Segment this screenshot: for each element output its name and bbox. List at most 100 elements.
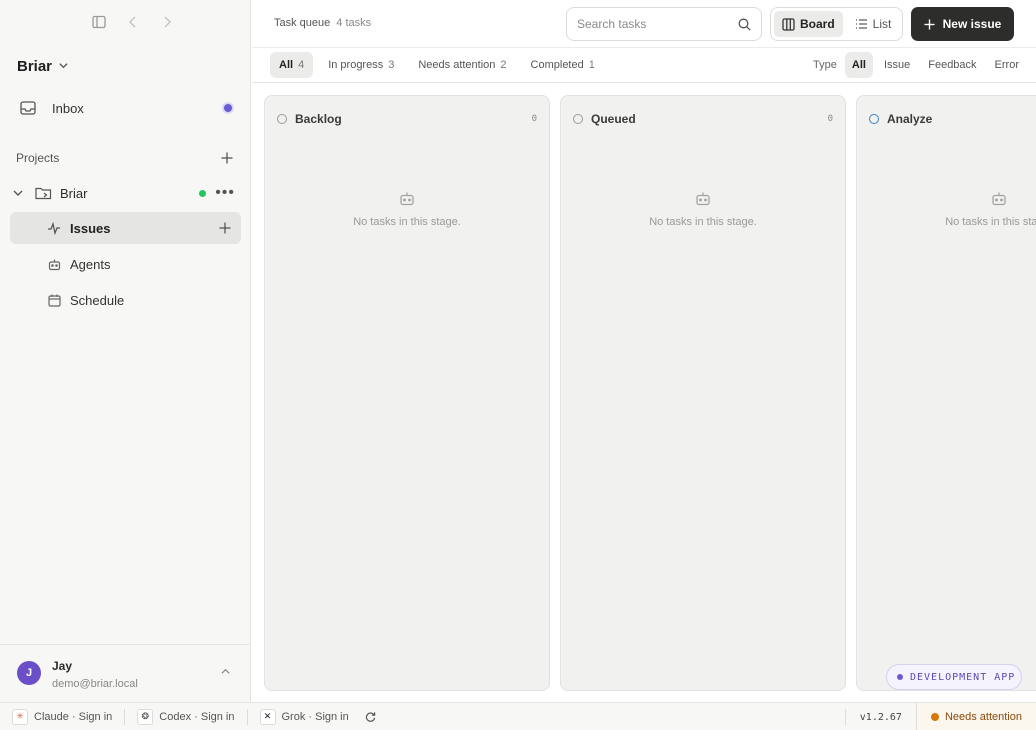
robot-icon — [46, 256, 62, 272]
online-status-dot — [199, 189, 206, 197]
list-view-button[interactable]: List — [847, 11, 900, 37]
sidebar-toggle-icon[interactable] — [89, 12, 109, 32]
column-title: Analyze — [887, 112, 933, 126]
development-app-badge[interactable]: DEVELOPMENT APP — [886, 664, 1022, 690]
tab-in-progress[interactable]: In progress 3 — [319, 52, 403, 78]
tab-label: Needs attention — [418, 59, 496, 71]
column-count: 0 — [531, 114, 537, 124]
more-options-icon[interactable]: ••• — [215, 185, 235, 201]
tab-count: 4 — [298, 59, 305, 71]
sidebar: Briar Inbox Projects Briar ••• Issues Ag… — [0, 0, 251, 702]
avatar: J — [17, 661, 41, 685]
chevron-up-icon[interactable] — [220, 665, 231, 680]
sidebar-item-issues[interactable]: Issues — [10, 212, 241, 244]
column-header: Queued 0 — [573, 112, 833, 126]
sidebar-item-label: Inbox — [52, 100, 84, 116]
codex-status: Codex · Sign in — [159, 710, 235, 723]
calendar-icon — [46, 292, 62, 308]
user-name: Jay — [52, 659, 73, 673]
task-count: 4 tasks — [336, 17, 372, 29]
column-count: 0 — [827, 114, 833, 124]
claude-logo-icon: ✳ — [12, 708, 28, 725]
add-project-icon[interactable] — [221, 152, 233, 164]
inbox-icon — [20, 101, 36, 115]
robot-icon — [857, 191, 1036, 206]
filter-bar: All 4 In progress 3 Needs attention 2 Compl… — [252, 48, 1036, 83]
tab-completed[interactable]: Completed 1 — [522, 52, 604, 78]
unread-indicator — [224, 104, 232, 112]
sidebar-item-inbox[interactable]: Inbox — [10, 97, 241, 119]
robot-icon — [561, 191, 845, 206]
sidebar-item-label: Agents — [70, 256, 111, 272]
app-version: v1.2.67 — [844, 709, 916, 725]
column-header: Analyze — [869, 112, 1036, 126]
workspace-switcher[interactable]: Briar — [17, 58, 69, 75]
sidebar-item-agents[interactable]: Agents — [10, 248, 241, 280]
empty-state-text: No tasks in this stage. — [353, 216, 461, 228]
column-header: Backlog 0 — [277, 112, 537, 126]
forward-arrow-icon[interactable] — [157, 12, 177, 32]
kanban-board: Backlog 0 No tasks in this stage. Queued… — [252, 83, 1036, 702]
status-circle-icon — [277, 114, 287, 124]
add-issue-icon[interactable] — [219, 222, 231, 234]
claude-sign-in[interactable]: ✳ Claude · Sign in — [0, 708, 126, 725]
empty-state-text: No tasks in this stage. — [945, 216, 1036, 228]
search-field[interactable]: Search tasks — [566, 7, 762, 41]
grok-sign-in[interactable]: ✕ Grok · Sign in — [248, 708, 388, 725]
empty-state: No tasks in this stage. — [265, 191, 549, 228]
tab-needs-attention[interactable]: Needs attention 2 — [409, 52, 515, 78]
project-item-briar[interactable]: Briar ••• — [12, 182, 241, 204]
empty-state: No tasks in this stage. — [561, 191, 845, 228]
type-all-button[interactable]: All — [844, 52, 873, 78]
refresh-icon[interactable] — [365, 711, 376, 722]
back-arrow-icon[interactable] — [123, 12, 143, 32]
robot-icon — [265, 191, 549, 206]
status-circle-icon — [869, 114, 879, 124]
type-error-button[interactable]: Error — [988, 52, 1026, 78]
type-filter: Type All Issue Feedback Error — [813, 52, 1026, 78]
attention-dot — [930, 713, 939, 721]
tab-all[interactable]: All 4 — [270, 52, 314, 78]
tab-label: In progress — [328, 59, 384, 71]
empty-state: No tasks in this stage. — [857, 191, 1036, 228]
search-icon — [738, 18, 751, 31]
project-icon — [35, 186, 52, 200]
project-name: Briar — [60, 185, 88, 201]
sidebar-item-schedule[interactable]: Schedule — [10, 284, 241, 316]
codex-logo-icon: ❂ — [137, 708, 154, 725]
top-header: Task queue 4 tasks Search tasks Board Lis… — [252, 0, 1036, 48]
new-issue-button[interactable]: New issue — [911, 7, 1014, 41]
user-email: demo@briar.local — [52, 678, 138, 690]
plus-icon — [924, 18, 935, 30]
chevron-down-icon[interactable] — [12, 187, 24, 199]
projects-label: Projects — [16, 151, 60, 165]
view-toggle: Board List — [770, 7, 903, 41]
needs-attention-indicator[interactable]: Needs attention — [915, 703, 1036, 730]
status-circle-icon — [573, 114, 583, 124]
tab-count: 3 — [388, 59, 395, 71]
sidebar-item-label: Schedule — [70, 292, 125, 308]
board-view-button[interactable]: Board — [774, 11, 843, 37]
badge-dot — [897, 674, 903, 680]
list-icon — [855, 18, 868, 30]
sidebar-toolbar — [89, 12, 177, 32]
type-issue-button[interactable]: Issue — [877, 52, 917, 78]
tab-count: 2 — [500, 59, 507, 71]
chevron-down-icon — [58, 58, 69, 75]
page-title-text: Task queue — [274, 17, 331, 29]
user-menu[interactable]: J Jay demo@briar.local — [0, 644, 251, 702]
tab-label: Completed — [530, 59, 584, 71]
new-issue-label: New issue — [942, 17, 1002, 31]
type-filter-label: Type — [813, 59, 837, 71]
status-filter-tabs: All 4 In progress 3 Needs attention 2 Compl… — [270, 52, 604, 78]
list-view-label: List — [872, 17, 892, 31]
search-input[interactable]: Search tasks — [577, 17, 738, 31]
page-title: Task queue 4 tasks — [274, 17, 371, 29]
tab-label: All — [279, 59, 294, 71]
activity-icon — [46, 220, 62, 236]
grok-logo-icon: ✕ — [259, 708, 276, 725]
projects-header: Projects — [16, 151, 241, 165]
codex-sign-in[interactable]: ❂ Codex · Sign in — [125, 708, 248, 725]
type-feedback-button[interactable]: Feedback — [921, 52, 983, 78]
claude-status: Claude · Sign in — [34, 710, 113, 723]
